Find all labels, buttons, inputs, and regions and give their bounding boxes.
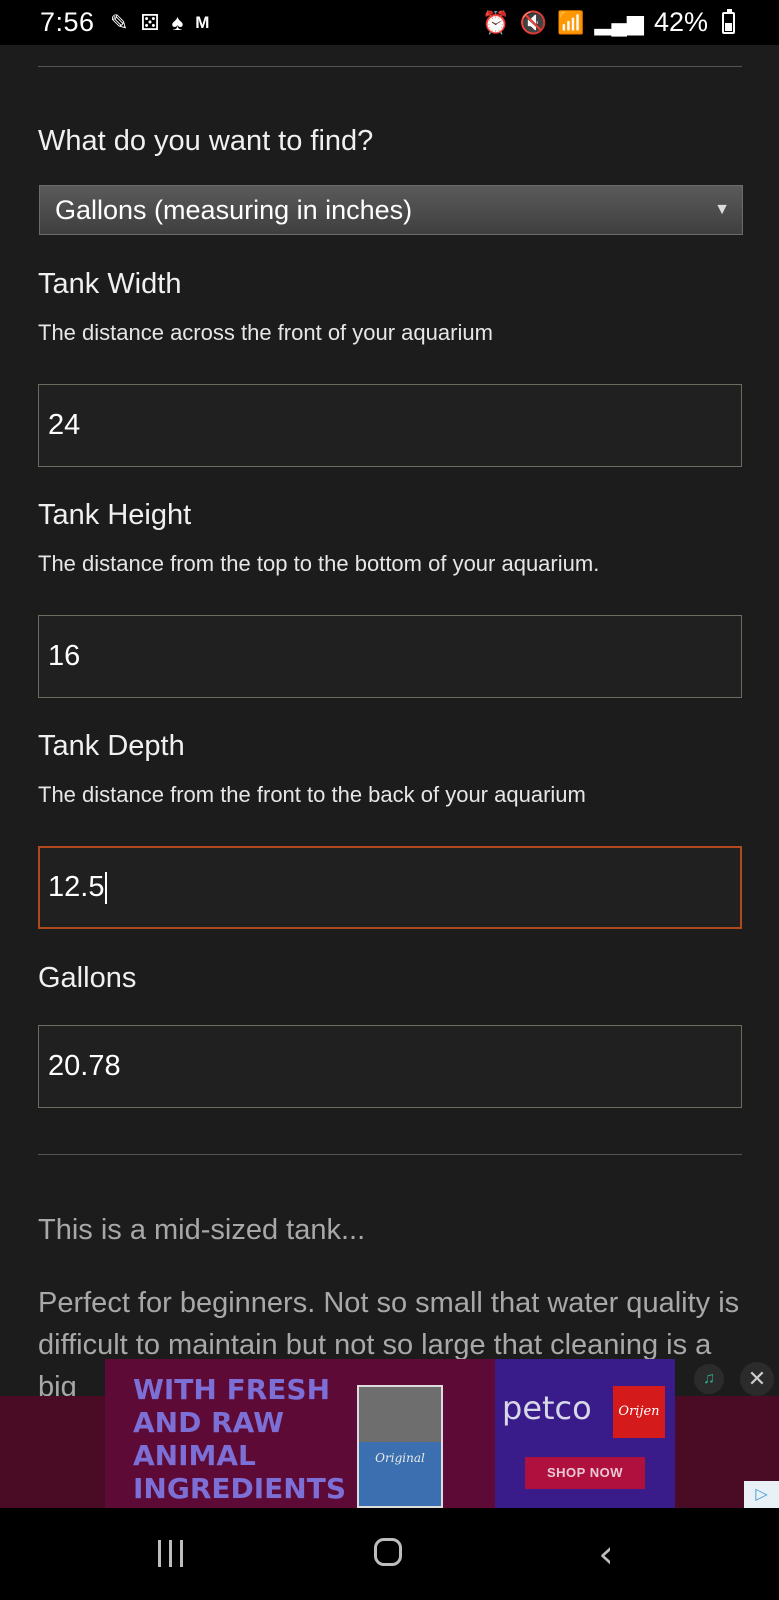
width-description: The distance across the front of your aq… — [38, 320, 493, 345]
ad-product-photo — [359, 1387, 441, 1442]
petco-logo: petco — [502, 1389, 592, 1427]
ad-headline-line: ANIMAL — [133, 1439, 256, 1472]
game-icon: ⚄ — [140, 10, 160, 35]
height-label: Tank Height — [38, 499, 192, 531]
pencil-icon: ✎ — [110, 10, 129, 35]
home-icon — [374, 1538, 402, 1566]
width-input[interactable]: 24 — [38, 384, 742, 467]
ad-headline: WITH FRESH AND RAW ANIMAL INGREDIENTS — [133, 1373, 346, 1505]
dropdown-arrow-icon: ▼ — [714, 201, 730, 218]
depth-label: Tank Depth — [38, 730, 185, 762]
ad-banner[interactable]: WITH FRESH AND RAW ANIMAL INGREDIENTS Or… — [105, 1359, 675, 1508]
text-caret — [105, 872, 108, 905]
ad-brand-panel: petco Orijen SHOP NOW — [495, 1359, 675, 1508]
clock: 7:56 — [40, 7, 95, 37]
width-value: 24 — [48, 409, 81, 441]
close-ad-icon[interactable]: ✕ — [740, 1362, 774, 1396]
navigation-bar: ‹ — [0, 1508, 779, 1600]
shop-now-button[interactable]: SHOP NOW — [525, 1457, 645, 1489]
back-button[interactable]: ‹ — [566, 1508, 646, 1600]
battery-percent: 42% — [653, 7, 708, 37]
section-divider — [38, 1154, 742, 1155]
mute-icon: 🔇 — [519, 9, 548, 35]
home-button[interactable] — [348, 1508, 428, 1600]
battery-icon — [722, 8, 735, 34]
orijen-logo: Orijen — [613, 1386, 665, 1438]
signal-icon: ▂▄▆ — [594, 9, 644, 35]
gmail-icon: M — [195, 13, 210, 32]
wifi-icon: 📶 — [557, 9, 585, 35]
find-select-value: Gallons (measuring in inches) — [55, 195, 413, 225]
card-icon: ♠ — [171, 10, 184, 35]
top-divider — [38, 66, 742, 67]
height-description: The distance from the top to the bottom … — [38, 551, 600, 576]
ad-headline-line: AND RAW — [133, 1406, 284, 1439]
ad-headline-line: INGREDIENTS — [133, 1472, 347, 1505]
depth-value: 12.5 — [48, 871, 105, 903]
gallons-value: 20.78 — [48, 1050, 121, 1082]
status-bar: 7:56 ✎ ⚄ ♠ M ⏰ 🔇 📶 ▂▄▆ 42% — [0, 0, 779, 45]
depth-description: The distance from the front to the back … — [38, 782, 586, 807]
depth-input[interactable]: 12.5 — [38, 846, 742, 929]
ad-info-icon[interactable]: ♫ — [694, 1364, 724, 1394]
ad-product-image: Original — [357, 1385, 443, 1508]
recent-apps-button[interactable] — [130, 1508, 210, 1600]
height-value: 16 — [48, 640, 81, 672]
summary-heading: This is a mid-sized tank... — [38, 1214, 366, 1246]
height-input[interactable]: 16 — [38, 615, 742, 698]
ad-bag-text: Original — [375, 1451, 425, 1465]
width-label: Tank Width — [38, 268, 182, 300]
ad-choices-icon[interactable]: ▷ — [744, 1481, 779, 1508]
find-select[interactable]: Gallons (measuring in inches) ▼ — [39, 185, 743, 235]
gallons-label: Gallons — [38, 962, 137, 994]
alarm-icon: ⏰ — [482, 9, 510, 35]
find-label: What do you want to find? — [38, 125, 374, 157]
ad-headline-line: WITH FRESH — [133, 1373, 330, 1406]
gallons-output: 20.78 — [38, 1025, 742, 1108]
